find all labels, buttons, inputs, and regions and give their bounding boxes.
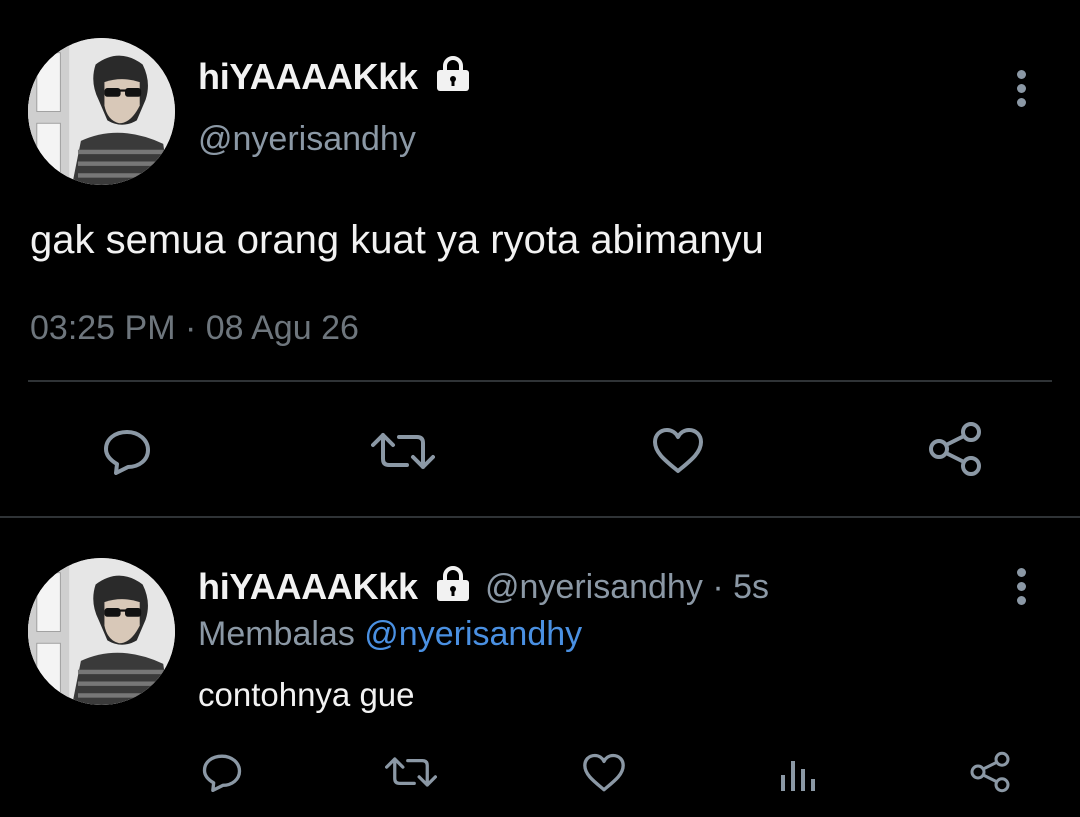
replying-to-label: Membalas [198,615,355,653]
tweet-detail-screen: hiYAAAAKkk @nyerisandhy gak semua orang … [0,0,1080,817]
share-icon[interactable] [926,420,984,478]
avatar[interactable] [28,38,175,185]
timestamp[interactable]: 03:25 PM · 08 Agu 26 [30,309,359,348]
replying-to-mention[interactable]: @nyerisandhy [364,615,582,653]
section-divider [0,516,1080,518]
replying-to-line: Membalas @nyerisandhy [198,615,582,654]
analytics-icon[interactable] [776,752,818,794]
divider [28,380,1052,382]
lock-icon [437,56,469,91]
reply-handle-line: @nyerisandhy · 5s [485,568,769,607]
heart-icon[interactable] [650,424,706,478]
lock-icon [437,566,469,601]
heart-icon[interactable] [580,752,628,794]
comment-icon[interactable] [200,750,244,794]
reply-display-name[interactable]: hiYAAAAKkk [198,566,418,608]
reply-avatar[interactable] [28,558,175,705]
handle[interactable]: @nyerisandhy [198,120,416,159]
share-icon[interactable] [968,750,1012,794]
retweet-icon[interactable] [384,752,438,792]
meta-separator: · [712,568,724,606]
tweet-text: gak semua orang kuat ya ryota abimanyu [30,218,764,262]
retweet-icon[interactable] [370,424,436,478]
display-name[interactable]: hiYAAAAKkk [198,56,418,98]
more-vertical-icon[interactable] [1016,70,1026,112]
reply-age[interactable]: 5s [733,568,769,606]
comment-icon[interactable] [100,424,154,478]
reply-handle[interactable]: @nyerisandhy [485,568,703,606]
reply-text: contohnya gue [198,676,415,713]
more-vertical-icon[interactable] [1016,568,1026,610]
